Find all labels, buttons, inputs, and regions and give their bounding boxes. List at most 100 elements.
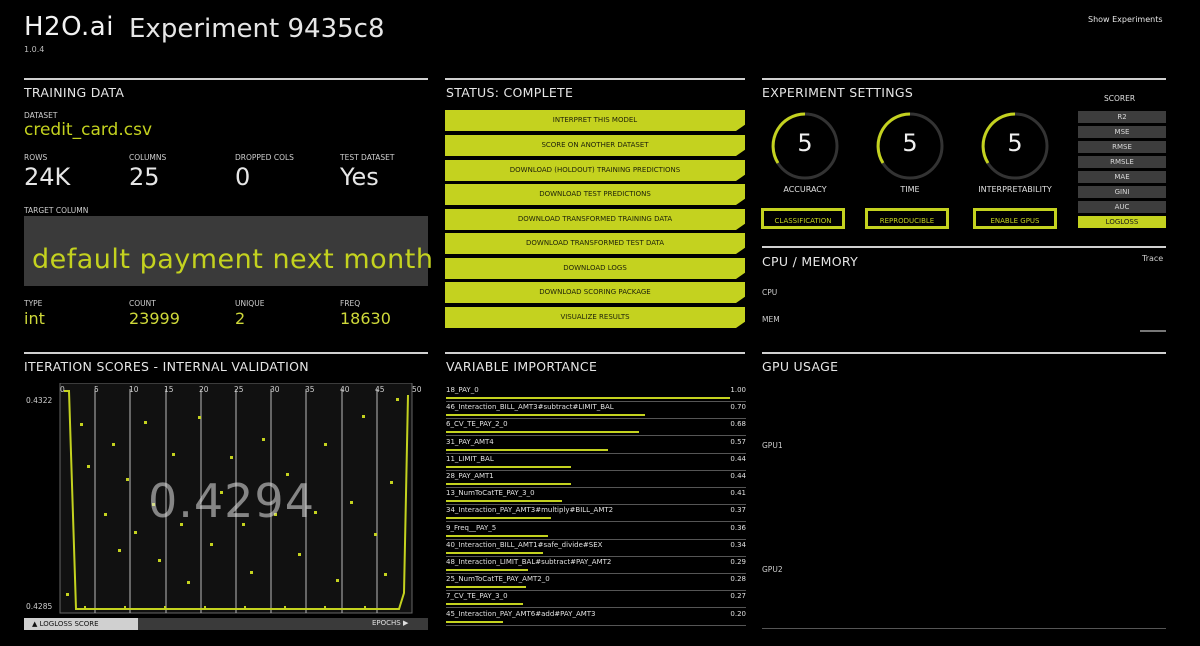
score-another-dataset-button[interactable]: SCORE ON ANOTHER DATASET: [445, 135, 745, 156]
variable-importance-row[interactable]: 48_Interaction_LIMIT_BAL#subtract#PAY_AM…: [446, 558, 746, 575]
feature-name: 48_Interaction_LIMIT_BAL#subtract#PAY_AM…: [446, 558, 612, 566]
reproducible-toggle[interactable]: REPRODUCIBLE: [865, 208, 949, 229]
status-divider: [445, 78, 745, 80]
show-experiments-link[interactable]: Show Experiments: [1088, 15, 1163, 24]
app-logo[interactable]: H2O.ai: [24, 12, 114, 42]
row-separator: [446, 555, 746, 557]
download-test-predictions-button[interactable]: DOWNLOAD TEST PREDICTIONS: [445, 184, 745, 205]
x-tick-50: 50: [412, 385, 422, 394]
variable-importance-row[interactable]: 18_PAY_0 1.00: [446, 386, 746, 403]
row-separator: [446, 624, 746, 626]
variable-importance-row[interactable]: 45_Interaction_PAY_AMT6#add#PAY_AMT3 0.20: [446, 610, 746, 627]
x-tick-15: 15: [164, 385, 174, 394]
variable-importance-divider: [445, 352, 745, 354]
iteration-big-score: 0.4294: [148, 474, 315, 528]
row-separator: [446, 590, 746, 592]
classification-toggle[interactable]: CLASSIFICATION: [761, 208, 845, 229]
variable-importance-row[interactable]: 6_CV_TE_PAY_2_0 0.68: [446, 420, 746, 437]
variable-importance-row[interactable]: 28_PAY_AMT1 0.44: [446, 472, 746, 489]
visualize-results-button[interactable]: VISUALIZE RESULTS: [445, 307, 745, 328]
unique-value: 2: [235, 309, 246, 328]
x-tick-30: 30: [270, 385, 280, 394]
variable-importance-row[interactable]: 11_LIMIT_BAL 0.44: [446, 455, 746, 472]
feature-name: 34_Interaction_PAY_AMT3#multiply#BILL_AM…: [446, 506, 614, 515]
cpu-label: CPU: [762, 288, 778, 297]
trace-toggle[interactable]: Trace: [1142, 254, 1163, 263]
download-transformed-training-button[interactable]: DOWNLOAD TRANSFORMED TRAINING DATA: [445, 209, 745, 230]
feature-name: 9_Freq__PAY_5: [446, 523, 497, 532]
gpu-baseline: [762, 628, 1166, 629]
iteration-title: ITERATION SCORES - INTERNAL VALIDATION: [24, 359, 309, 374]
x-tick-40: 40: [340, 385, 350, 394]
scorer-r2[interactable]: R2: [1078, 111, 1166, 123]
row-separator: [446, 538, 746, 540]
variable-importance-row[interactable]: 34_Interaction_PAY_AMT3#multiply#BILL_AM…: [446, 506, 746, 523]
download-training-predictions-button[interactable]: DOWNLOAD (HOLDOUT) TRAINING PREDICTIONS: [445, 160, 745, 181]
scorer-gini[interactable]: GINI: [1078, 186, 1166, 198]
interpretability-label: INTERPRETABILITY: [978, 185, 1052, 194]
variable-importance-row[interactable]: 9_Freq__PAY_5 0.36: [446, 524, 746, 541]
row-separator: [446, 452, 746, 454]
logloss-legend[interactable]: ▲ LOGLOSS SCORE: [24, 618, 138, 630]
row-separator: [446, 573, 746, 574]
accuracy-value: 5: [797, 129, 813, 157]
variable-importance-row[interactable]: 7_CV_TE_PAY_3_0 0.27: [446, 592, 746, 609]
row-separator: [446, 607, 746, 609]
x-tick-35: 35: [305, 385, 315, 394]
dropped-cols-value: 0: [235, 163, 251, 191]
download-logs-button[interactable]: DOWNLOAD LOGS: [445, 258, 745, 279]
cpu-memory-divider: [762, 246, 1166, 248]
enable-gpus-toggle[interactable]: ENABLE GPUS: [973, 208, 1057, 229]
test-dataset-value: Yes: [340, 163, 379, 191]
feature-importance-value: 0.70: [730, 403, 746, 412]
columns-label: COLUMNS: [129, 153, 167, 162]
scorer-mse[interactable]: MSE: [1078, 126, 1166, 138]
variable-importance-row[interactable]: 13_NumToCatTE_PAY_3_0 0.41: [446, 489, 746, 506]
feature-name: 11_LIMIT_BAL: [446, 454, 494, 463]
scorer-auc[interactable]: AUC: [1078, 201, 1166, 213]
target-column-label: TARGET COLUMN: [24, 206, 89, 215]
feature-importance-bar: [446, 603, 523, 606]
variable-importance-row[interactable]: 31_PAY_AMT4 0.57: [446, 438, 746, 455]
feature-name: 46_Interaction_BILL_AMT3#subtract#LIMIT_…: [446, 403, 614, 412]
scorer-rmse[interactable]: RMSE: [1078, 141, 1166, 153]
x-tick-5: 5: [94, 385, 99, 394]
download-transformed-test-button[interactable]: DOWNLOAD TRANSFORMED TEST DATA: [445, 233, 745, 254]
scorer-rmsle[interactable]: RMSLE: [1078, 156, 1166, 168]
gpu1-label: GPU1: [762, 441, 783, 450]
feature-name: 13_NumToCatTE_PAY_3_0: [446, 489, 535, 498]
feature-importance-value: 1.00: [730, 386, 746, 394]
type-value: int: [24, 309, 45, 328]
app-version: 1.0.4: [24, 45, 45, 54]
feature-name: 45_Interaction_PAY_AMT6#add#PAY_AMT3: [446, 609, 596, 618]
variable-importance-row[interactable]: 46_Interaction_BILL_AMT3#subtract#LIMIT_…: [446, 403, 746, 420]
dropped-cols-label: DROPPED COLS: [235, 153, 294, 162]
feature-importance-bar: [446, 586, 526, 589]
scorer-mae[interactable]: MAE: [1078, 171, 1166, 183]
x-tick-10: 10: [129, 385, 139, 394]
gpu-usage-title: GPU USAGE: [762, 359, 839, 374]
epochs-label[interactable]: EPOCHS ▶: [372, 619, 408, 627]
feature-importance-value: 0.41: [730, 489, 746, 498]
time-label: TIME: [900, 185, 920, 194]
x-tick-0: 0: [60, 385, 65, 394]
dataset-label: DATASET: [24, 111, 58, 120]
feature-importance-bar: [446, 551, 543, 554]
settings-title: EXPERIMENT SETTINGS: [762, 85, 914, 100]
dataset-name[interactable]: credit_card.csv: [24, 120, 152, 140]
rows-value: 24K: [24, 163, 71, 191]
iteration-divider: [24, 352, 428, 354]
feature-importance-bar: [446, 414, 645, 417]
variable-importance-row[interactable]: 25_NumToCatTE_PAY_AMT2_0 0.28: [446, 575, 746, 592]
interpret-model-button[interactable]: INTERPRET THIS MODEL: [445, 110, 745, 131]
feature-importance-bar: [446, 448, 608, 451]
y-axis-top-tick: 0.4322: [26, 396, 53, 405]
columns-value: 25: [129, 163, 160, 191]
scorer-logloss[interactable]: LOGLOSS: [1078, 216, 1166, 228]
gpu2-label: GPU2: [762, 565, 783, 574]
row-separator: [446, 487, 746, 488]
training-data-title: TRAINING DATA: [24, 85, 125, 100]
type-label: TYPE: [24, 299, 43, 308]
download-scoring-package-button[interactable]: DOWNLOAD SCORING PACKAGE: [445, 282, 745, 303]
variable-importance-row[interactable]: 40_Interaction_BILL_AMT1#safe_divide#SEX…: [446, 541, 746, 558]
